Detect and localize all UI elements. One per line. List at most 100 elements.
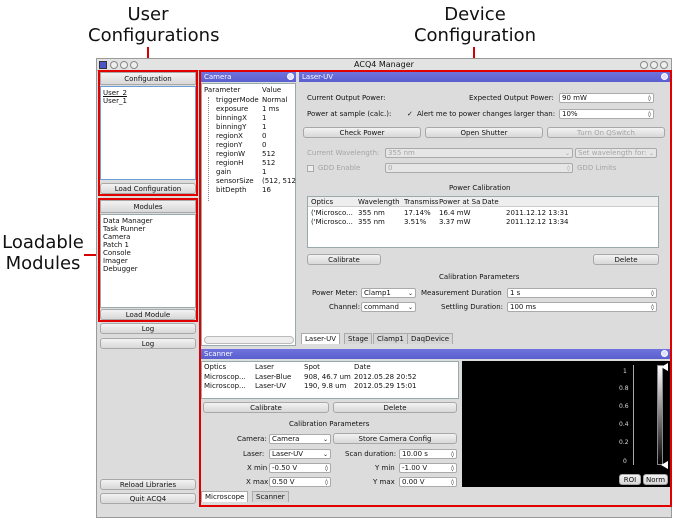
scanner-calibrate-button[interactable]: Calibrate bbox=[203, 402, 329, 413]
power-calibration-table[interactable]: Optics Wavelength Transmission Power at … bbox=[307, 196, 659, 248]
camera-param-name: bitDepth bbox=[216, 186, 247, 194]
histogram-handle-top[interactable] bbox=[661, 363, 668, 371]
measurement-duration-spin[interactable]: 1 s ◊ bbox=[507, 288, 657, 298]
current-wavelength-combo[interactable]: 355 nm ⌄ bbox=[385, 148, 573, 158]
scan-cell-laser: Laser-UV bbox=[255, 382, 287, 390]
scan-cell-laser: Laser-Blue bbox=[255, 373, 292, 381]
xmin-spin[interactable]: -0.50 V ◊ bbox=[269, 463, 331, 473]
alert-threshold-spin[interactable]: 10% ◊ bbox=[559, 109, 654, 119]
histogram-handle-bottom[interactable] bbox=[661, 461, 668, 469]
callout-loadable-modules-text: Loadable Modules bbox=[2, 232, 84, 274]
store-camera-config-button[interactable]: Store Camera Config bbox=[333, 433, 457, 444]
camera-param-name: sensorSize bbox=[216, 177, 254, 185]
camera-scrollbar[interactable] bbox=[204, 336, 294, 344]
histogram-tick: 0 bbox=[623, 458, 627, 465]
cal-cell-optics: ('Microsco... bbox=[311, 218, 353, 226]
camera-panel-header: Camera bbox=[201, 72, 296, 82]
laser-panel-close-icon[interactable] bbox=[661, 73, 668, 80]
measurement-duration-value: 1 s bbox=[510, 289, 521, 297]
scan-col-spot: Spot bbox=[304, 363, 320, 371]
cal-cell-optics: ('Microsco... bbox=[311, 209, 353, 217]
camera-panel-close-icon[interactable] bbox=[287, 73, 294, 80]
scanner-delete-button[interactable]: Delete bbox=[333, 402, 457, 413]
turn-on-qswitch-button[interactable]: Turn On QSwitch bbox=[547, 127, 665, 138]
scanner-laser-combo[interactable]: Laser-UV ⌄ bbox=[269, 449, 331, 459]
expected-output-power-spin[interactable]: 90 mW ◊ bbox=[559, 93, 654, 103]
histogram-tick: 0.6 bbox=[619, 403, 629, 410]
gdd-value-spin[interactable]: 0 ◊ bbox=[385, 163, 573, 173]
histogram-gradient[interactable] bbox=[657, 365, 663, 465]
scanner-calibration-table[interactable]: Optics Laser Spot Date Microscop... Lase… bbox=[201, 361, 459, 399]
titlebar-shade-icon[interactable] bbox=[130, 61, 138, 69]
gdd-enable-checkbox[interactable] bbox=[307, 165, 314, 172]
camera-parameter-tree[interactable]: Parameter Value triggerMode Normal exposur… bbox=[201, 83, 296, 346]
dropdown-arrow-icon: ⌄ bbox=[648, 150, 654, 157]
channel-combo[interactable]: command ⌄ bbox=[361, 302, 416, 312]
titlebar-menu-icon[interactable] bbox=[110, 61, 118, 69]
ymax-spin[interactable]: 0.00 V ◊ bbox=[399, 477, 457, 487]
maximize-icon[interactable] bbox=[650, 61, 658, 69]
measurement-duration-label: Measurement Duration bbox=[421, 289, 502, 297]
expected-output-power-label: Expected Output Power: bbox=[469, 94, 554, 102]
settling-duration-label: Settling Duration: bbox=[441, 303, 503, 311]
cal-col-optics: Optics bbox=[311, 198, 334, 206]
cal-cell-wavelength: 355 nm bbox=[358, 218, 385, 226]
scan-cell-date: 2012.05.29 15:01 bbox=[354, 382, 417, 390]
current-wavelength-value: 355 nm bbox=[388, 149, 415, 157]
camera-param-name: regionH bbox=[216, 159, 244, 167]
roi-button[interactable]: ROI bbox=[619, 474, 641, 485]
histogram-tick: 0.4 bbox=[619, 421, 629, 428]
minimize-icon[interactable] bbox=[640, 61, 648, 69]
tab-clamp1[interactable]: Clamp1 bbox=[373, 333, 408, 344]
tab-scanner[interactable]: Scanner bbox=[252, 491, 289, 502]
laser-delete-button[interactable]: Delete bbox=[593, 254, 659, 265]
scan-duration-spin[interactable]: 10.00 s ◊ bbox=[399, 449, 457, 459]
cal-cell-date: 2011.12.12 13:31 bbox=[506, 209, 569, 217]
tab-laser-uv[interactable]: Laser-UV bbox=[301, 333, 341, 344]
cal-cell-power: 3.37 mW bbox=[439, 218, 471, 226]
open-shutter-button[interactable]: Open Shutter bbox=[425, 127, 543, 138]
spin-arrows-icon: ◊ bbox=[567, 165, 570, 172]
scanner-panel-header: Scanner bbox=[201, 349, 670, 359]
camera-param-name: regionW bbox=[216, 150, 246, 158]
ymin-spin[interactable]: -1.00 V ◊ bbox=[399, 463, 457, 473]
reload-libraries-button[interactable]: Reload Libraries bbox=[100, 479, 196, 490]
xmin-label: X min bbox=[247, 464, 268, 472]
settling-duration-spin[interactable]: 100 ms ◊ bbox=[507, 302, 657, 312]
callout-device-configuration: Device Configuration bbox=[410, 4, 540, 46]
window-title: ACQ4 Manager bbox=[354, 60, 414, 69]
camera-param-name: gain bbox=[216, 168, 232, 176]
tab-stage[interactable]: Stage bbox=[344, 333, 373, 344]
laser-cal-params-heading: Calibration Parameters bbox=[439, 273, 520, 281]
set-wavelength-combo[interactable]: Set wavelength for: ⌄ bbox=[575, 148, 657, 158]
tab-daqdevice[interactable]: DaqDevice bbox=[407, 333, 454, 344]
ymax-value: 0.00 V bbox=[402, 478, 425, 486]
xmin-value: -0.50 V bbox=[272, 464, 298, 472]
channel-value: command bbox=[364, 303, 399, 311]
camera-param-name: binningY bbox=[216, 123, 247, 131]
norm-button[interactable]: Norm bbox=[643, 474, 668, 485]
laser-calibrate-button[interactable]: Calibrate bbox=[307, 254, 381, 265]
histogram-widget[interactable]: 1 0.8 0.6 0.4 0.2 0 bbox=[617, 361, 670, 471]
alert-checkbox-icon[interactable]: ✓ bbox=[407, 110, 413, 119]
gdd-value: 0 bbox=[388, 164, 393, 172]
xmax-spin[interactable]: 0.50 V ◊ bbox=[269, 477, 331, 487]
quit-button[interactable]: Quit ACQ4 bbox=[100, 493, 196, 504]
log-button-1[interactable]: Log bbox=[100, 323, 196, 334]
ymin-value: -1.00 V bbox=[402, 464, 428, 472]
check-power-button[interactable]: Check Power bbox=[303, 127, 421, 138]
scanner-camera-combo[interactable]: Camera ⌄ bbox=[269, 434, 331, 444]
cal-cell-transmission: 3.51% bbox=[404, 218, 427, 226]
close-icon[interactable] bbox=[660, 61, 668, 69]
laser-panel-body: Current Output Power: Expected Output Po… bbox=[299, 83, 670, 332]
camera-param-value: 16 bbox=[262, 186, 271, 194]
gdd-limits-label: GDD Limits bbox=[577, 164, 617, 172]
log-button-2[interactable]: Log bbox=[100, 338, 196, 349]
scan-cell-optics: Microscop... bbox=[204, 382, 246, 390]
power-meter-combo[interactable]: Clamp1 ⌄ bbox=[361, 288, 416, 298]
titlebar-pin-icon[interactable] bbox=[120, 61, 128, 69]
scanner-panel-close-icon[interactable] bbox=[661, 350, 668, 357]
camera-panel-title: Camera bbox=[204, 73, 232, 81]
tab-microscope[interactable]: Microscope bbox=[201, 491, 249, 502]
spin-arrows-icon: ◊ bbox=[651, 290, 654, 297]
